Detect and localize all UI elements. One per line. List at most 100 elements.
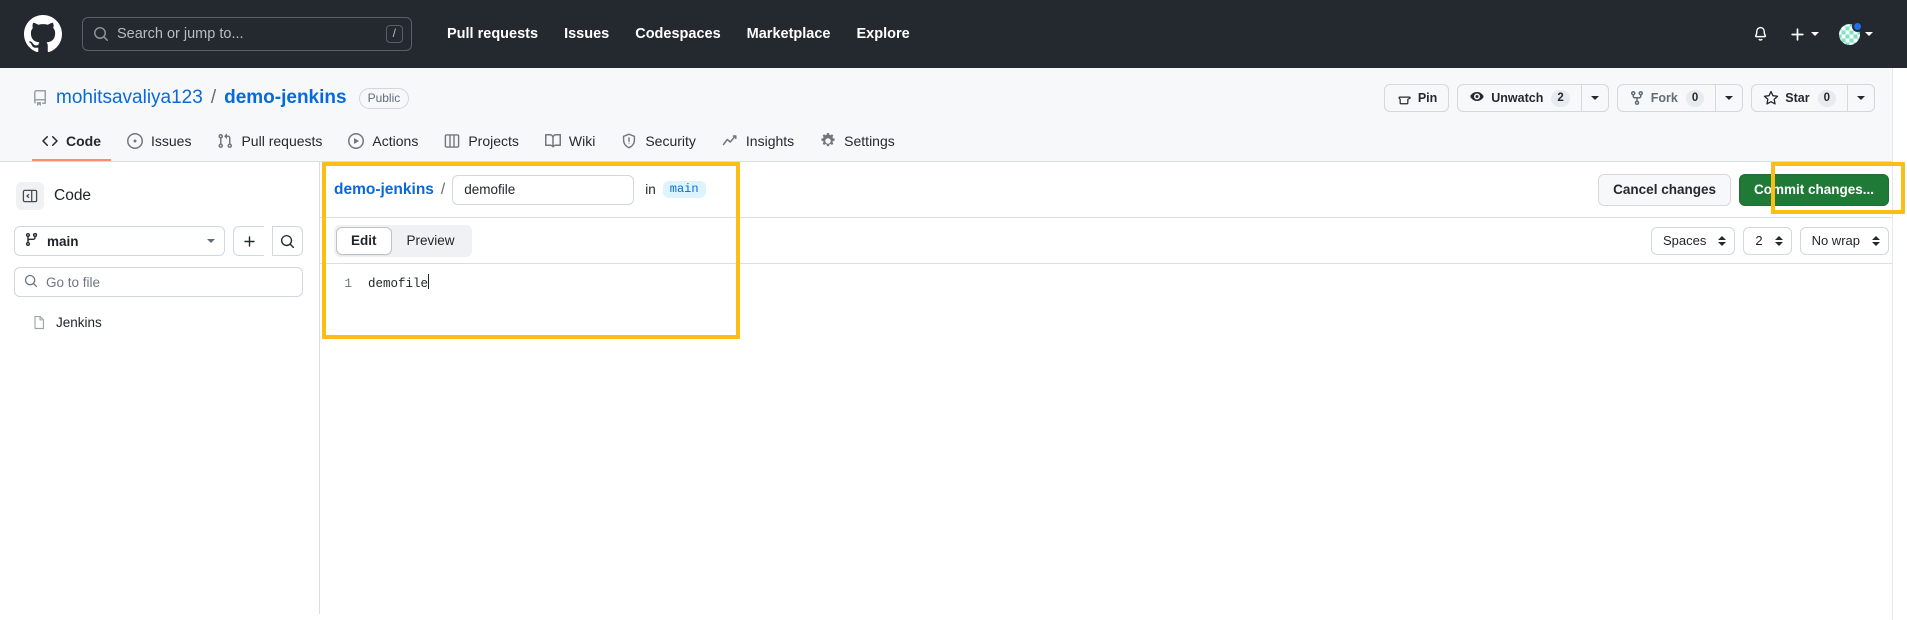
go-to-file-input[interactable]: Go to file bbox=[14, 267, 303, 297]
star-button-group: Star 0 bbox=[1751, 84, 1875, 112]
search-icon bbox=[24, 274, 38, 291]
repository-header: mohitsavaliya123 / demo-jenkins Public P… bbox=[0, 68, 1907, 162]
tab-code[interactable]: Code bbox=[32, 126, 111, 161]
file-tree: Jenkins bbox=[14, 311, 303, 334]
global-nav: Pull requests Issues Codespaces Marketpl… bbox=[434, 26, 923, 42]
tab-preview[interactable]: Preview bbox=[392, 227, 470, 255]
gear-icon bbox=[820, 133, 836, 149]
add-file-button[interactable] bbox=[233, 226, 264, 256]
tab-pull-requests[interactable]: Pull requests bbox=[207, 126, 332, 161]
tab-pull-requests-label: Pull requests bbox=[241, 133, 323, 149]
commit-changes-button[interactable]: Commit changes... bbox=[1738, 173, 1889, 206]
nav-explore[interactable]: Explore bbox=[843, 26, 922, 42]
branch-controls: main bbox=[14, 226, 303, 256]
avatar bbox=[1839, 20, 1863, 45]
tab-insights-label: Insights bbox=[745, 133, 795, 149]
nav-issues[interactable]: Issues bbox=[551, 26, 622, 42]
wrap-mode-select[interactable]: No wrap bbox=[1799, 226, 1889, 255]
tab-settings[interactable]: Settings bbox=[810, 126, 905, 161]
bell-icon bbox=[1752, 26, 1769, 43]
code-editor-area[interactable]: 1 demofile bbox=[320, 264, 1907, 294]
search-placeholder: Search or jump to... bbox=[117, 26, 244, 42]
search-shortcut-key: / bbox=[385, 25, 403, 43]
cancel-changes-button[interactable]: Cancel changes bbox=[1598, 173, 1731, 206]
file-name-input[interactable] bbox=[452, 174, 635, 205]
tab-projects[interactable]: Projects bbox=[434, 126, 529, 161]
table-icon bbox=[444, 133, 460, 149]
tab-code-label: Code bbox=[66, 133, 101, 149]
repo-owner-link[interactable]: mohitsavaliya123 bbox=[56, 87, 203, 109]
chevron-down-icon bbox=[1590, 96, 1599, 100]
tab-insights[interactable]: Insights bbox=[712, 126, 804, 161]
watch-dropdown-button[interactable] bbox=[1581, 84, 1609, 112]
code-sidebar: Code main Go to file Jenkins bbox=[0, 162, 320, 614]
git-pull-request-icon bbox=[217, 133, 233, 149]
book-icon bbox=[544, 133, 561, 149]
editor-toolbar: Edit Preview Spaces 2 No wrap bbox=[320, 218, 1907, 264]
nav-marketplace[interactable]: Marketplace bbox=[734, 26, 844, 42]
tab-projects-label: Projects bbox=[468, 133, 519, 149]
github-mark-icon[interactable] bbox=[24, 15, 62, 53]
fork-label: Fork bbox=[1650, 91, 1678, 105]
sidebar-collapse-icon[interactable] bbox=[16, 182, 44, 210]
tab-actions-label: Actions bbox=[372, 133, 419, 149]
indent-mode-select[interactable]: Spaces bbox=[1650, 226, 1736, 255]
pin-button[interactable]: Pin bbox=[1383, 84, 1450, 112]
git-branch-icon bbox=[24, 232, 39, 250]
line-content[interactable]: demofile bbox=[368, 274, 430, 294]
chevron-down-icon bbox=[1857, 96, 1865, 100]
header-right-actions bbox=[1742, 20, 1883, 45]
notifications-button[interactable] bbox=[1742, 26, 1779, 43]
chevron-down-icon bbox=[1725, 96, 1734, 100]
nav-codespaces[interactable]: Codespaces bbox=[622, 26, 733, 42]
user-menu-button[interactable] bbox=[1829, 20, 1883, 45]
indent-size-select[interactable]: 2 bbox=[1743, 226, 1792, 255]
repo-icon bbox=[32, 90, 48, 106]
graph-icon bbox=[722, 133, 738, 149]
editor-repo-link[interactable]: demo-jenkins bbox=[334, 181, 434, 199]
star-count: 0 bbox=[1817, 89, 1836, 107]
watch-count: 2 bbox=[1551, 89, 1570, 107]
editor-breadcrumb: demo-jenkins / in main bbox=[334, 174, 706, 205]
sidebar-header: Code bbox=[16, 182, 303, 210]
tab-security[interactable]: Security bbox=[611, 126, 706, 161]
chevron-down-icon bbox=[1865, 32, 1873, 36]
search-input[interactable]: Search or jump to... / bbox=[82, 17, 412, 51]
watch-button-group: Unwatch 2 bbox=[1457, 84, 1609, 112]
chevron-down-icon bbox=[207, 239, 215, 243]
unwatch-button[interactable]: Unwatch 2 bbox=[1457, 84, 1582, 112]
fork-count: 0 bbox=[1685, 89, 1705, 107]
star-icon bbox=[1763, 90, 1779, 106]
editor-mode-tabs: Edit Preview bbox=[334, 224, 472, 257]
repository-actions: Pin Unwatch 2 Fork 0 Star 0 bbox=[1383, 84, 1875, 112]
tab-actions[interactable]: Actions bbox=[338, 126, 428, 161]
fork-button[interactable]: Fork 0 bbox=[1616, 84, 1717, 112]
editor-branch-chip: main bbox=[662, 181, 706, 198]
tab-wiki[interactable]: Wiki bbox=[535, 126, 605, 161]
nav-pull-requests[interactable]: Pull requests bbox=[434, 26, 551, 42]
branch-name: main bbox=[47, 233, 79, 249]
breadcrumb: mohitsavaliya123 / demo-jenkins Public bbox=[32, 87, 410, 109]
repo-name-link[interactable]: demo-jenkins bbox=[224, 87, 346, 109]
star-button[interactable]: Star 0 bbox=[1751, 84, 1848, 112]
shield-icon bbox=[621, 133, 637, 149]
star-label: Star bbox=[1785, 91, 1810, 105]
tab-issues[interactable]: Issues bbox=[117, 126, 201, 161]
page-scrollbar[interactable] bbox=[1892, 68, 1907, 620]
fork-icon bbox=[1629, 90, 1645, 106]
star-dropdown-button[interactable] bbox=[1848, 84, 1875, 112]
tab-edit[interactable]: Edit bbox=[336, 226, 392, 255]
search-files-button[interactable] bbox=[272, 226, 303, 256]
chevron-down-icon bbox=[1811, 32, 1819, 36]
code-icon bbox=[42, 133, 58, 149]
fork-button-group: Fork 0 bbox=[1616, 84, 1744, 112]
create-new-button[interactable] bbox=[1779, 26, 1829, 43]
branch-selector[interactable]: main bbox=[14, 226, 225, 256]
list-item[interactable]: Jenkins bbox=[14, 311, 303, 334]
editor-breadcrumb-slash: / bbox=[440, 180, 446, 198]
pin-icon bbox=[1396, 90, 1412, 106]
play-icon bbox=[348, 133, 365, 149]
indent-mode-value: Spaces bbox=[1662, 233, 1707, 248]
fork-dropdown-button[interactable] bbox=[1716, 84, 1744, 112]
editor-in-label: in bbox=[645, 182, 656, 197]
